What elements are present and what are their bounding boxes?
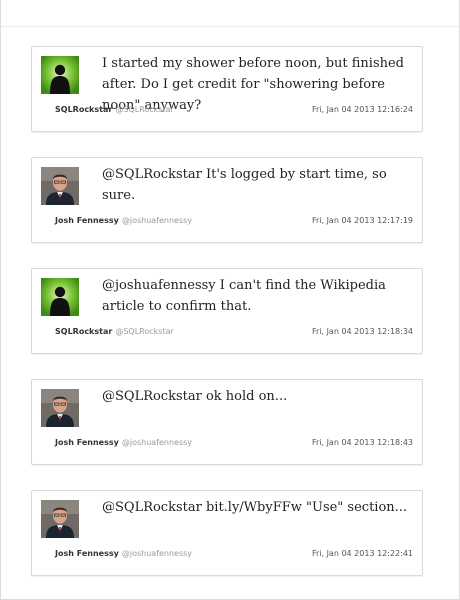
tweet-card[interactable]: @SQLRockstar ok hold on... Josh Fennessy… (31, 379, 423, 465)
tweet-card[interactable]: @joshuafennessy I can't find the Wikiped… (31, 268, 423, 354)
sqlrockstar-avatar[interactable] (41, 278, 79, 316)
display-name[interactable]: SQLRockstar (55, 327, 112, 336)
joshuafennessy-avatar[interactable] (41, 389, 79, 427)
tweet-text: @joshuafennessy I can't find the Wikiped… (102, 278, 386, 314)
joshuafennessy-avatar[interactable] (41, 500, 79, 538)
tweet-text: @SQLRockstar ok hold on... (102, 389, 288, 404)
tweet-card[interactable]: @SQLRockstar It's logged by start time, … (31, 157, 423, 243)
joshuafennessy-avatar[interactable] (41, 167, 79, 205)
tweet-text: @SQLRockstar It's logged by start time, … (102, 167, 387, 203)
tweet-meta: SQLRockstar @SQLRockstar Fri, Jan 04 2013… (55, 103, 413, 117)
user-handle[interactable]: @SQLRockstar (115, 105, 173, 114)
user-handle[interactable]: @joshuafennessy (122, 216, 192, 225)
tweet-timestamp[interactable]: Fri, Jan 04 2013 12:17:19 (312, 214, 413, 228)
tweet-card[interactable]: I started my shower before noon, but fin… (31, 46, 423, 132)
tweet-meta: Josh Fennessy @joshuafennessy Fri, Jan 04… (55, 214, 413, 228)
tweet-timestamp[interactable]: Fri, Jan 04 2013 12:22:41 (312, 547, 413, 561)
tweet-timestamp[interactable]: Fri, Jan 04 2013 12:18:43 (312, 436, 413, 450)
display-name[interactable]: SQLRockstar (55, 105, 112, 114)
user-handle[interactable]: @SQLRockstar (115, 327, 173, 336)
user-handle[interactable]: @joshuafennessy (122, 438, 192, 447)
tweet-timeline-page: I started my shower before noon, but fin… (0, 0, 460, 600)
display-name[interactable]: Josh Fennessy (55, 438, 119, 447)
display-name[interactable]: Josh Fennessy (55, 216, 119, 225)
tweet-text: @SQLRockstar bit.ly/WbyFFw "Use" section… (102, 500, 408, 515)
tweet-meta: SQLRockstar @SQLRockstar Fri, Jan 04 2013… (55, 325, 413, 339)
tweet-timestamp[interactable]: Fri, Jan 04 2013 12:16:24 (312, 103, 413, 117)
user-handle[interactable]: @joshuafennessy (122, 549, 192, 558)
tweet-timestamp[interactable]: Fri, Jan 04 2013 12:18:34 (312, 325, 413, 339)
sqlrockstar-avatar[interactable] (41, 56, 79, 94)
tweet-meta: Josh Fennessy @joshuafennessy Fri, Jan 04… (55, 436, 413, 450)
display-name[interactable]: Josh Fennessy (55, 549, 119, 558)
tweet-card[interactable]: @SQLRockstar bit.ly/WbyFFw "Use" section… (31, 490, 423, 576)
tweet-meta: Josh Fennessy @joshuafennessy Fri, Jan 04… (55, 547, 413, 561)
top-band (1, 0, 459, 27)
